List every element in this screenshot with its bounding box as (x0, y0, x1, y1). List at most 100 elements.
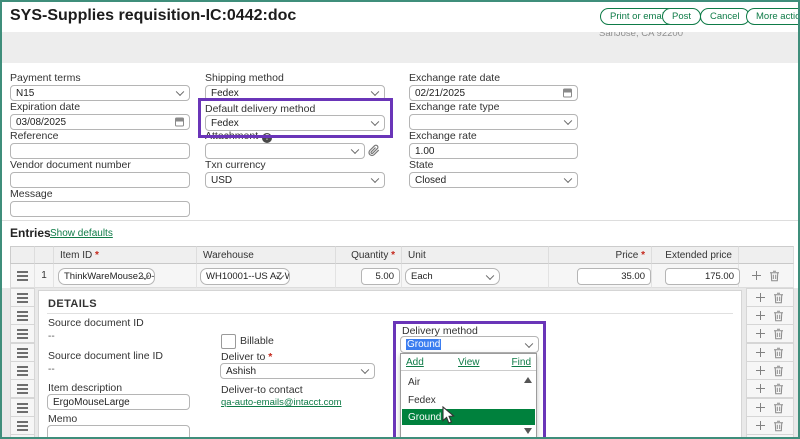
column-header-unit: Unit (402, 246, 549, 264)
calendar-icon[interactable] (563, 89, 572, 98)
delete-row-icon[interactable] (773, 292, 784, 304)
add-row-icon[interactable] (756, 329, 765, 338)
scrolled-band: SanJose, CA 92200 (2, 32, 798, 63)
row-actions (746, 324, 794, 343)
delivery-method-combobox[interactable]: Ground (400, 336, 539, 353)
dropdown-links-row: Add View Find (401, 354, 536, 371)
exchange-rate-input[interactable]: 1.00 (409, 143, 578, 159)
billable-label: Billable (240, 336, 274, 347)
price-input[interactable]: 35.00 (577, 268, 651, 285)
delete-row-icon[interactable] (773, 402, 784, 414)
vendor-document-number-label: Vendor document number (10, 160, 131, 171)
add-link[interactable]: Add (406, 357, 424, 368)
row-actions (746, 306, 794, 325)
details-divider (47, 313, 733, 314)
calendar-icon[interactable] (175, 118, 184, 127)
cell-actions (739, 264, 794, 288)
billable-checkbox[interactable] (221, 334, 236, 349)
extended-price-input[interactable]: 175.00 (665, 268, 740, 285)
more-action-button[interactable]: More action (746, 8, 800, 25)
add-row-icon[interactable] (756, 384, 765, 393)
exchange-rate-type-select[interactable] (409, 114, 578, 130)
add-row-icon[interactable] (756, 293, 765, 302)
item-id-select[interactable]: ThinkWareMouse2.0--I (58, 268, 155, 285)
row-actions (746, 379, 794, 398)
add-row-icon[interactable] (752, 271, 761, 280)
chevron-down-icon (371, 175, 379, 183)
default-delivery-method-select[interactable]: Fedex (205, 115, 385, 131)
add-row-icon[interactable] (756, 403, 765, 412)
add-row-icon[interactable] (756, 421, 765, 430)
drag-handle-icon (17, 388, 28, 390)
chevron-down-icon (371, 88, 379, 96)
row-drag-handle[interactable] (10, 343, 35, 362)
memo-label: Memo (48, 414, 77, 425)
item-description-input[interactable]: ErgoMouseLarge (47, 394, 190, 410)
delete-row-icon[interactable] (773, 420, 784, 432)
help-icon[interactable] (262, 133, 272, 143)
delete-row-icon[interactable] (773, 310, 784, 322)
chevron-down-icon (564, 117, 572, 125)
details-panel: DETAILS Source document ID -- Source doc… (38, 290, 742, 439)
delete-row-icon[interactable] (773, 328, 784, 340)
vendor-document-number-input[interactable] (10, 172, 190, 188)
row-drag-handle[interactable] (10, 306, 35, 325)
memo-input[interactable] (47, 425, 190, 439)
find-link[interactable]: Find (512, 357, 531, 368)
selected-text: Ground (406, 339, 441, 350)
message-label: Message (10, 189, 53, 200)
row-drag-handle[interactable] (10, 264, 35, 288)
deliver-to-contact-link[interactable]: qa-auto-emails@intacct.com (221, 397, 342, 408)
option-fedex[interactable]: Fedex (402, 393, 535, 408)
delete-row-icon[interactable] (773, 383, 784, 395)
expiration-date-input[interactable]: 03/08/2025 (10, 114, 190, 130)
row-drag-handle[interactable] (10, 379, 35, 398)
row-drag-handle[interactable] (10, 324, 35, 343)
chevron-down-icon (525, 339, 533, 347)
delete-row-icon[interactable] (769, 270, 780, 282)
show-defaults-link[interactable]: Show defaults (50, 228, 113, 239)
paperclip-icon[interactable] (368, 144, 380, 157)
reference-input[interactable] (10, 143, 190, 159)
shipping-method-select[interactable]: Fedex (205, 85, 385, 101)
drag-handle-icon (17, 315, 28, 317)
source-document-id-label: Source document ID (48, 318, 144, 329)
column-header-number (35, 246, 54, 264)
chevron-down-icon (486, 271, 494, 279)
exchange-rate-date-label: Exchange rate date (409, 73, 500, 84)
drag-handle-icon (17, 407, 28, 409)
row-drag-handle[interactable] (10, 434, 35, 439)
option-air[interactable]: Air (402, 375, 535, 390)
column-header-actions (739, 246, 794, 264)
add-row-icon[interactable] (756, 366, 765, 375)
add-row-icon[interactable] (756, 311, 765, 320)
deliver-to-select[interactable]: Ashish (220, 363, 375, 379)
message-input[interactable] (10, 201, 190, 217)
cancel-button[interactable]: Cancel (700, 8, 750, 25)
view-link[interactable]: View (458, 357, 480, 368)
scroll-up-icon[interactable] (524, 377, 532, 383)
deliver-to-contact-label: Deliver-to contact (221, 385, 303, 396)
source-document-line-id-label: Source document line ID (48, 351, 163, 362)
attachment-select[interactable] (205, 143, 365, 159)
post-button[interactable]: Post (662, 8, 701, 25)
txn-currency-select[interactable]: USD (205, 172, 385, 188)
exchange-rate-date-input[interactable]: 02/21/2025 (409, 85, 578, 101)
delete-row-icon[interactable] (773, 347, 784, 359)
warehouse-select[interactable]: WH10001--US AZ Wa (200, 268, 290, 285)
column-header-item-id: Item ID (54, 246, 197, 264)
delete-row-icon[interactable] (773, 365, 784, 377)
drag-handle-icon (17, 297, 28, 299)
row-drag-handle[interactable] (10, 398, 35, 417)
quantity-input[interactable]: 5.00 (361, 268, 400, 285)
unit-select[interactable]: Each (405, 268, 500, 285)
row-drag-handle[interactable] (10, 288, 35, 307)
state-select[interactable]: Closed (409, 172, 578, 188)
payment-terms-select[interactable]: N15 (10, 85, 190, 101)
scroll-down-icon[interactable] (524, 428, 532, 434)
row-drag-handle[interactable] (10, 416, 35, 435)
add-row-icon[interactable] (756, 348, 765, 357)
option-ground[interactable]: Ground (402, 409, 535, 425)
details-title: DETAILS (48, 298, 97, 310)
row-drag-handle[interactable] (10, 361, 35, 380)
